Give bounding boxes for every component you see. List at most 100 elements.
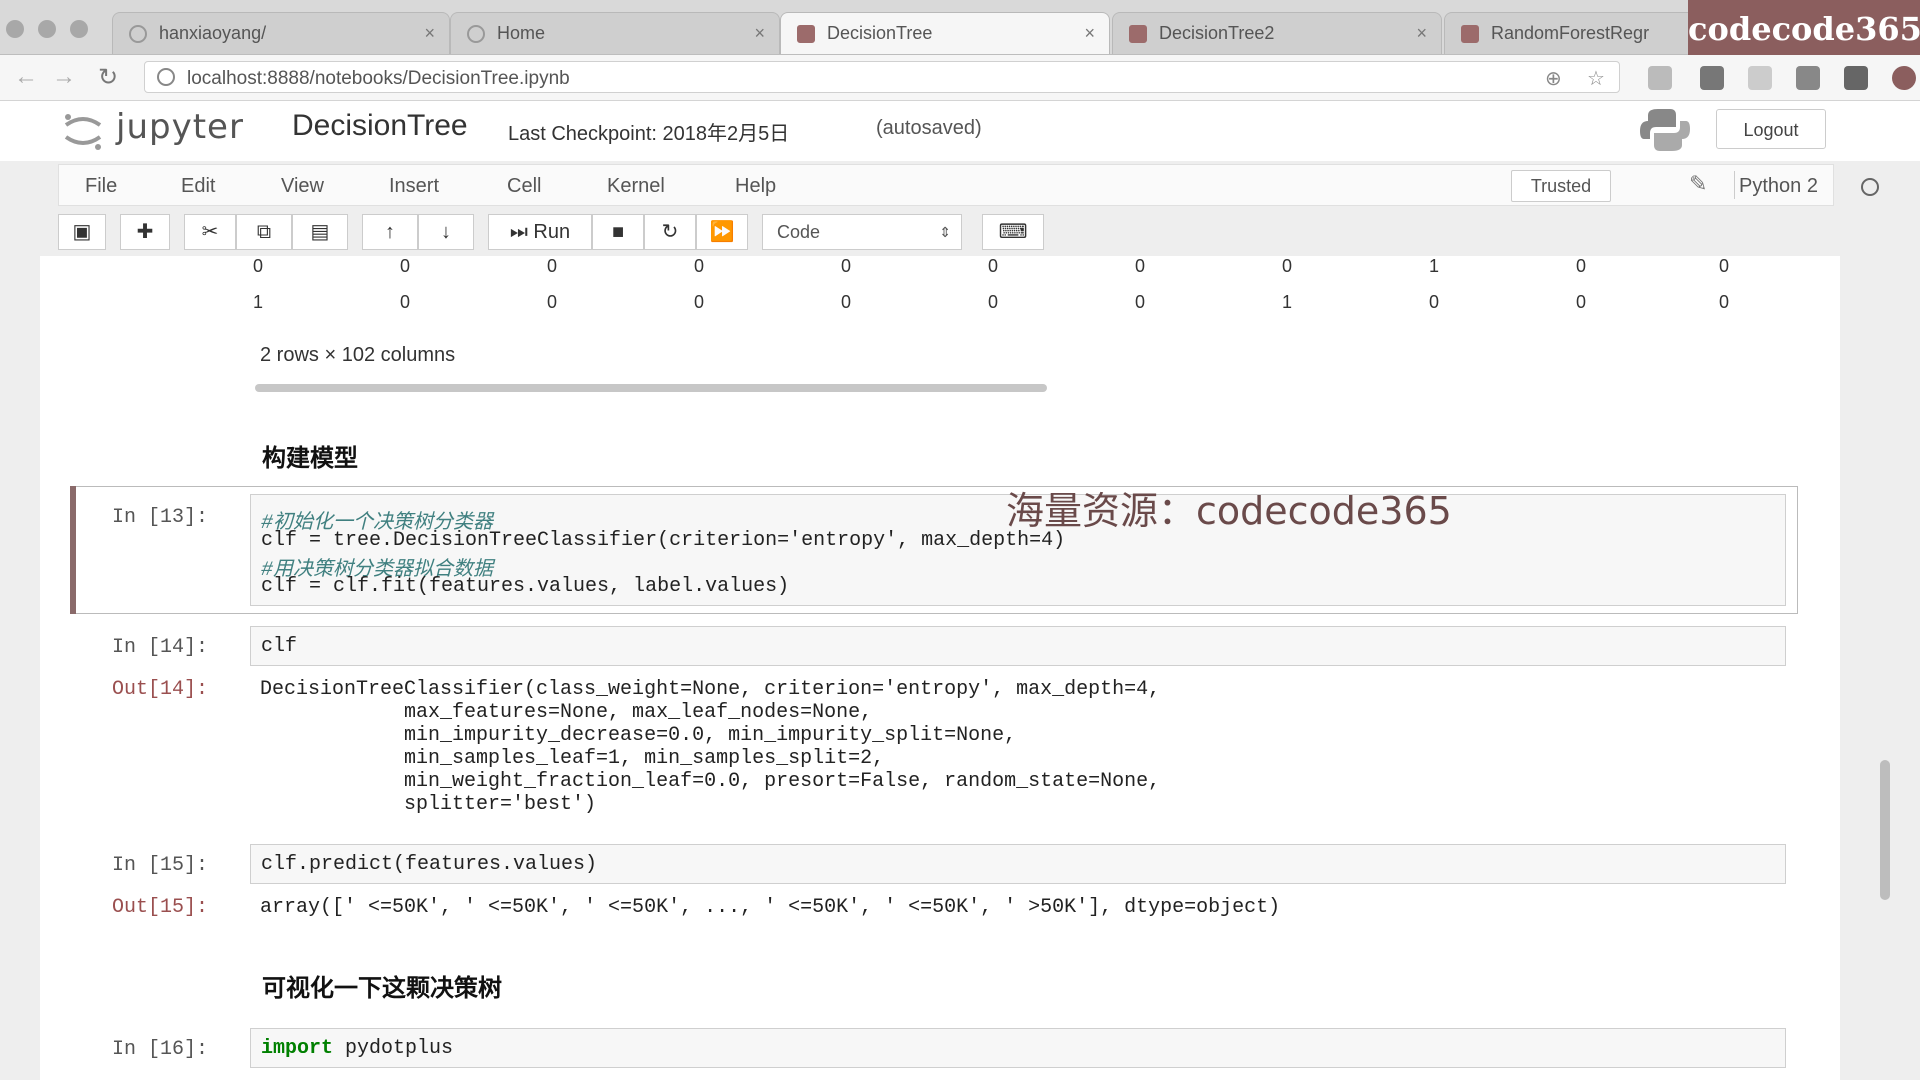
tab-label: Home [497,23,546,43]
pocket-icon[interactable] [1700,66,1724,90]
menu-view[interactable]: View [281,175,324,198]
df-cell: 0 [693,256,704,276]
star-icon[interactable]: ☆ [1587,66,1605,91]
df-cell: 0 [987,256,998,276]
code-editor[interactable]: clf [250,626,1786,666]
close-icon[interactable]: × [754,23,765,44]
horizontal-scrollbar[interactable] [255,384,1047,392]
reload-icon[interactable]: ↻ [98,63,118,92]
markdown-heading: 可视化一下这颗决策树 [262,974,502,1002]
watermark-text: 海量资源：codecode365 [1006,489,1452,533]
df-cell: 0 [1718,292,1729,312]
browser-tab-randomforest[interactable]: RandomForestRegr [1444,12,1704,54]
forward-arrow-icon[interactable]: → [52,63,76,91]
code-editor[interactable]: import pydotplus [250,1028,1786,1068]
close-icon[interactable]: × [1084,23,1095,44]
extension-icon[interactable] [1648,66,1672,90]
tab-label: RandomForestRegr [1491,23,1650,43]
output-line: min_impurity_decrease=0.0, min_impurity_… [260,724,1017,747]
code-line: clf = tree.DecisionTreeClassifier(criter… [261,529,1066,552]
trusted-badge[interactable]: Trusted [1511,170,1611,202]
insert-cell-button[interactable]: ✚ [120,214,170,250]
menu-kernel[interactable]: Kernel [607,175,665,198]
df-cell: 1 [252,292,263,312]
command-palette-button[interactable]: ⌨ [982,214,1044,250]
extension-icon[interactable] [1844,66,1868,90]
save-button[interactable]: ▣ [58,214,106,250]
notebook-name[interactable]: DecisionTree [292,109,468,143]
selected-cell-indicator [70,486,76,614]
code-editor[interactable]: clf.predict(features.values) [250,844,1786,884]
browser-tab-home[interactable]: Home × [450,12,780,54]
vertical-scrollbar[interactable] [1880,760,1890,900]
menu-help[interactable]: Help [735,175,776,198]
cell-type-select[interactable]: Code ⇕ [762,214,962,250]
df-cell: 0 [693,292,704,312]
output-line: max_features=None, max_leaf_nodes=None, [260,701,873,724]
copy-button[interactable]: ⧉ [236,214,292,250]
notebook-icon [797,25,815,43]
paste-button[interactable]: ▤ [292,214,348,250]
menu-bar: File Edit View Insert Cell Kernel Help T… [58,164,1879,206]
zoom-icon[interactable]: ⊕ [1545,66,1562,91]
df-cell: 0 [252,256,263,276]
df-cell: 0 [546,292,557,312]
df-cell: 0 [1718,256,1729,276]
back-arrow-icon[interactable]: ← [14,63,38,91]
step-forward-icon: ⏭ [509,221,528,243]
df-cell: 0 [840,256,851,276]
copy-icon: ⧉ [256,221,272,243]
cell-type-value: Code [777,222,821,242]
brand-watermark: codecode365 [1688,0,1920,58]
save-icon: ▣ [72,221,92,243]
stop-icon: ■ [611,221,625,243]
browser-tab-decisiontree2[interactable]: DecisionTree2 × [1112,12,1442,54]
kernel-name: Python 2 [1739,175,1818,197]
window-close-button[interactable] [6,20,24,38]
refresh-icon: ↻ [661,221,679,243]
browser-tab-hanxiaoyang[interactable]: hanxiaoyang/ × [112,12,450,54]
input-prompt: In [15]: [112,854,209,877]
df-cell: 0 [546,256,557,276]
move-down-button[interactable]: ↓ [418,214,474,250]
close-icon[interactable]: × [1416,23,1427,44]
menu-cell[interactable]: Cell [507,175,541,198]
jupyter-logo-text[interactable]: jupyter [116,107,244,147]
code-line: clf = clf.fit(features.values, label.val… [261,575,790,598]
cut-button[interactable]: ✂ [184,214,236,250]
heart-icon[interactable] [1748,66,1772,90]
select-arrows-icon: ⇕ [939,224,951,240]
fast-forward-icon: ⏩ [709,221,735,243]
input-prompt: In [14]: [112,636,209,659]
menu-insert[interactable]: Insert [389,175,439,198]
browser-tab-decisiontree[interactable]: DecisionTree × [780,12,1110,54]
move-up-button[interactable]: ↑ [362,214,418,250]
menu-file[interactable]: File [85,175,117,198]
dataframe-shape-info: 2 rows × 102 columns [260,344,456,366]
restart-button[interactable]: ↻ [644,214,696,250]
df-cell: 0 [1428,292,1439,312]
pencil-icon[interactable]: ✎ [1689,171,1707,197]
jupyter-logo-icon[interactable] [62,111,104,151]
output-line: splitter='best') [260,793,597,816]
url-input[interactable]: localhost:8888/notebooks/DecisionTree.ip… [144,61,1620,93]
info-icon [157,68,175,86]
df-cell: 0 [1134,292,1145,312]
code-line: import pydotplus [261,1037,453,1060]
loading-icon [467,25,485,43]
extension-icon[interactable] [1892,66,1916,90]
output-line: min_samples_leaf=1, min_samples_split=2, [260,747,885,770]
restart-run-all-button[interactable]: ⏩ [696,214,748,250]
logout-button[interactable]: Logout [1716,109,1826,149]
window-minimize-button[interactable] [38,20,56,38]
window-maximize-button[interactable] [70,20,88,38]
arrow-up-icon: ↑ [385,221,395,243]
run-button[interactable]: ⏭ Run [488,214,592,250]
close-icon[interactable]: × [424,23,435,44]
hat-icon[interactable] [1796,66,1820,90]
divider [1734,171,1735,199]
interrupt-button[interactable]: ■ [592,214,644,250]
menu-edit[interactable]: Edit [181,175,215,198]
dataframe-row: 0 0 0 0 0 0 0 0 1 0 0 [40,256,1840,286]
paste-icon: ▤ [310,221,330,243]
